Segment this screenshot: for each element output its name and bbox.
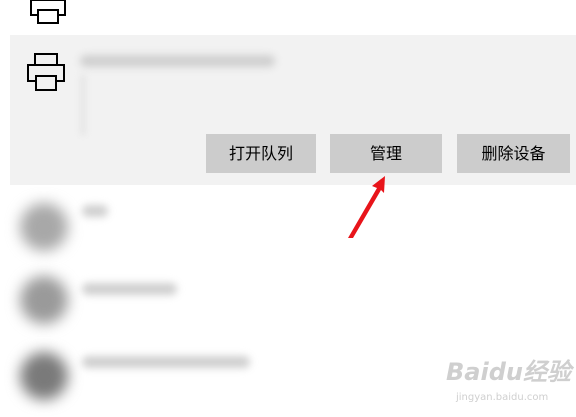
red-arrow-annotation bbox=[345, 172, 390, 246]
printer-status-redacted bbox=[80, 75, 86, 135]
printer-icon bbox=[28, 0, 68, 28]
printer-name-redacted bbox=[80, 55, 275, 67]
device-name-redacted bbox=[82, 205, 108, 217]
device-icon bbox=[20, 203, 68, 251]
watermark-logo: Baidu经验 bbox=[446, 358, 571, 386]
device-name-redacted bbox=[82, 283, 177, 295]
device-list-item[interactable] bbox=[0, 268, 576, 338]
selected-printer-panel[interactable]: 打开队列 管理 删除设备 bbox=[10, 35, 576, 185]
device-icon bbox=[20, 352, 68, 400]
printers-and-scanners-list: 打开队列 管理 删除设备 Baidu经验 jingyan.baidu.com bbox=[0, 0, 576, 417]
device-name-redacted bbox=[82, 356, 250, 368]
printer-list-item-previous[interactable] bbox=[0, 0, 576, 30]
watermark-url: jingyan.baidu.com bbox=[456, 392, 549, 403]
baidu-jingyan-watermark: Baidu经验 jingyan.baidu.com bbox=[446, 352, 572, 412]
open-queue-button[interactable]: 打开队列 bbox=[206, 134, 316, 173]
printer-icon bbox=[25, 50, 67, 94]
remove-device-button[interactable]: 删除设备 bbox=[457, 134, 570, 173]
device-list-item[interactable] bbox=[0, 195, 576, 265]
manage-button[interactable]: 管理 bbox=[330, 134, 442, 173]
device-icon bbox=[20, 276, 68, 324]
